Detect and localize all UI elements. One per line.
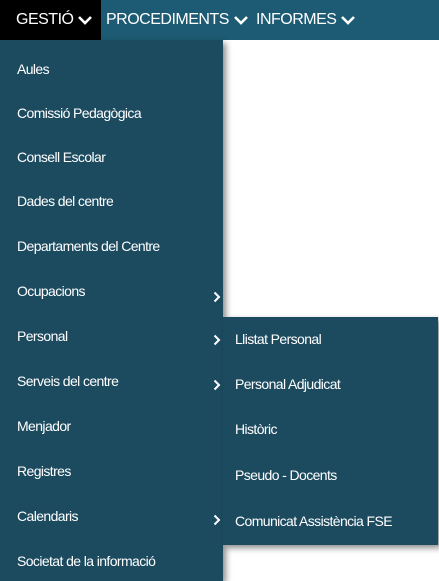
top-menu-bar: GESTIÓ PROCEDIMENTS INFORMES xyxy=(0,0,439,40)
submenu-item-label: Històric xyxy=(235,421,277,437)
page: GESTIÓ PROCEDIMENTS INFORMES Aules Comis… xyxy=(0,0,439,581)
menu-item-departaments[interactable]: Departaments del Centre xyxy=(0,224,223,268)
submenu-item-label: Personal Adjudicat xyxy=(235,376,341,392)
tab-procediments-label: PROCEDIMENTS xyxy=(106,11,229,28)
menu-item-calendaris[interactable]: Calendaris xyxy=(0,494,223,538)
chevron-right-icon xyxy=(213,334,221,346)
chevron-down-icon xyxy=(77,15,93,25)
chevron-right-icon xyxy=(213,379,221,391)
menu-item-aules[interactable]: Aules xyxy=(0,47,223,91)
menu-item-label: Consell Escolar xyxy=(17,149,106,165)
submenu-item-label: Pseudo - Docents xyxy=(235,467,337,483)
submenu-item-personal-adjudicat[interactable]: Personal Adjudicat xyxy=(223,362,438,406)
menu-item-ocupacions[interactable]: Ocupacions xyxy=(0,269,223,313)
menu-item-label: Societat de la informació xyxy=(17,553,156,569)
submenu-item-historic[interactable]: Històric xyxy=(223,407,438,451)
menu-item-societat-informacio[interactable]: Societat de la informació xyxy=(0,539,223,581)
gestio-dropdown-menu: Aules Comissió Pedagògica Consell Escola… xyxy=(0,40,223,581)
menu-item-personal[interactable]: Personal xyxy=(0,314,223,358)
submenu-item-pseudo-docents[interactable]: Pseudo - Docents xyxy=(223,453,438,497)
menu-item-label: Comissió Pedagògica xyxy=(17,105,142,121)
submenu-item-label: Llistat Personal xyxy=(235,331,322,347)
submenu-item-comunicat-assistencia-fse[interactable]: Comunicat Assistència FSE xyxy=(223,499,438,543)
menu-item-consell-escolar[interactable]: Consell Escolar xyxy=(0,135,223,179)
menu-item-registres[interactable]: Registres xyxy=(0,449,223,493)
menu-item-serveis-del-centre[interactable]: Serveis del centre xyxy=(0,359,223,403)
menu-item-dades-del-centre[interactable]: Dades del centre xyxy=(0,179,223,223)
chevron-down-icon xyxy=(340,15,356,25)
chevron-right-icon xyxy=(213,291,221,303)
tab-informes[interactable]: INFORMES xyxy=(256,0,356,40)
menu-item-label: Departaments del Centre xyxy=(17,238,160,254)
chevron-right-icon xyxy=(213,514,221,526)
tab-gestio-label: GESTIÓ xyxy=(16,11,74,28)
personal-submenu: Llistat Personal Personal Adjudicat Hist… xyxy=(223,317,438,545)
menu-item-label: Aules xyxy=(17,61,50,77)
menu-item-label: Ocupacions xyxy=(17,283,86,299)
menu-item-label: Personal xyxy=(17,328,68,344)
menu-item-menjador[interactable]: Menjador xyxy=(0,404,223,448)
menu-item-label: Serveis del centre xyxy=(17,373,119,389)
menu-item-label: Calendaris xyxy=(17,508,79,524)
menu-item-label: Registres xyxy=(17,463,71,479)
tab-gestio[interactable]: GESTIÓ xyxy=(0,0,102,40)
menu-item-label: Menjador xyxy=(17,418,71,434)
menu-item-label: Dades del centre xyxy=(17,193,114,209)
chevron-down-icon xyxy=(233,15,249,25)
submenu-item-llistat-personal[interactable]: Llistat Personal xyxy=(223,317,438,361)
tab-procediments[interactable]: PROCEDIMENTS xyxy=(106,0,249,40)
submenu-item-label: Comunicat Assistència FSE xyxy=(235,513,393,529)
menu-item-comissio-pedagogica[interactable]: Comissió Pedagògica xyxy=(0,91,223,135)
tab-informes-label: INFORMES xyxy=(256,11,337,28)
